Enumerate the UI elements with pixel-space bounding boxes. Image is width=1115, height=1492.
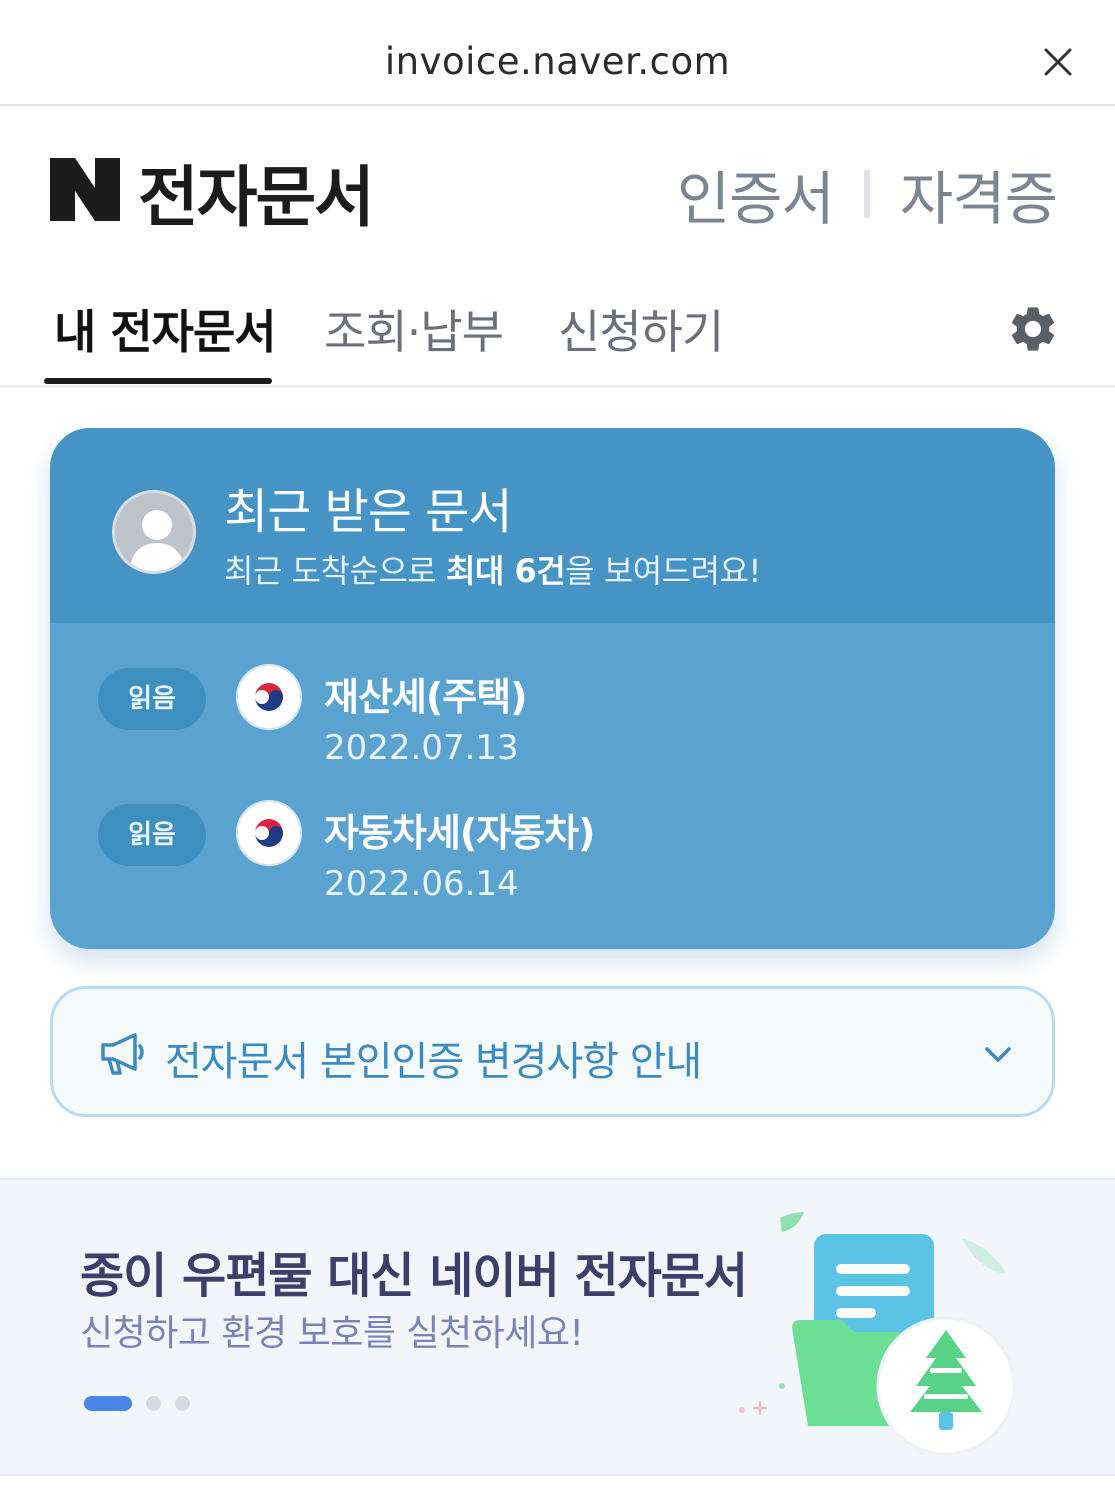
certificate-link[interactable]: 인증서	[677, 152, 835, 236]
top-links: 인증서 자격증	[677, 152, 1058, 236]
list-item[interactable]: 읽음 재산세(주택) 2022.07.13	[50, 664, 1055, 774]
tab-my-documents[interactable]: 내 전자문서	[54, 296, 277, 362]
banner-subtitle: 신청하고 환경 보호를 실천하세요!	[80, 1313, 584, 1354]
document-date: 2022.06.14	[324, 864, 519, 904]
megaphone-icon	[101, 1033, 144, 1075]
carousel-dot[interactable]	[146, 1396, 161, 1411]
recent-card-title: 최근 받은 문서	[224, 484, 512, 540]
status-badge: 읽음	[98, 668, 206, 730]
government-emblem-icon	[236, 664, 302, 730]
carousel-dot[interactable]	[175, 1396, 190, 1411]
link-divider	[863, 170, 870, 218]
url-text: invoice.naver.com	[384, 40, 731, 83]
naver-logo[interactable]	[50, 158, 120, 221]
banner-title: 종이 우편물 대신 네이버 전자문서	[80, 1248, 748, 1304]
government-emblem-icon	[236, 800, 302, 866]
license-link[interactable]: 자격증	[900, 152, 1058, 236]
subtitle-post: 을 보여드려요!	[565, 552, 761, 590]
active-tab-indicator	[44, 378, 272, 384]
tab-apply[interactable]: 신청하기	[558, 296, 724, 362]
status-badge: 읽음	[98, 804, 206, 866]
list-item[interactable]: 읽음 자동차세(자동차) 2022.06.14	[50, 800, 1055, 910]
recent-card-subtitle: 최근 도착순으로 최대 6건을 보여드려요!	[224, 546, 761, 592]
app-header: 전자문서 인증서 자격증	[0, 106, 1115, 276]
brand-title[interactable]: 전자문서	[138, 144, 375, 240]
notice-accordion[interactable]: 전자문서 본인인증 변경사항 안내	[50, 986, 1055, 1117]
notice-text: 전자문서 본인인증 변경사항 안내	[165, 1039, 702, 1085]
tab-inquiry-payment[interactable]: 조회·납부	[324, 296, 504, 362]
close-icon[interactable]	[1038, 42, 1078, 82]
document-date: 2022.07.13	[324, 728, 519, 768]
carousel-indicator	[84, 1396, 190, 1411]
gear-icon[interactable]	[1006, 302, 1060, 356]
subtitle-pre: 최근 도착순으로	[224, 552, 446, 590]
browser-url-bar: invoice.naver.com	[0, 0, 1115, 106]
carousel-dot-active[interactable]	[84, 1396, 132, 1411]
eco-document-illustration	[739, 1212, 1016, 1456]
avatar	[112, 490, 196, 574]
chevron-down-icon[interactable]	[983, 1043, 1013, 1065]
document-title: 재산세(주택)	[324, 675, 528, 719]
user-silhouette-icon	[129, 510, 185, 571]
promo-banner[interactable]: 종이 우편물 대신 네이버 전자문서 신청하고 환경 보호를 실천하세요!	[0, 1178, 1115, 1476]
tab-bar: 내 전자문서 조회·납부 신청하기	[0, 276, 1115, 388]
subtitle-bold: 최대 6건	[445, 552, 566, 590]
document-title: 자동차세(자동차)	[324, 811, 595, 855]
recent-card-header: 최근 받은 문서 최근 도착순으로 최대 6건을 보여드려요!	[50, 428, 1055, 623]
recent-documents-card: 최근 받은 문서 최근 도착순으로 최대 6건을 보여드려요! 읽음 재산세(주…	[50, 428, 1055, 949]
